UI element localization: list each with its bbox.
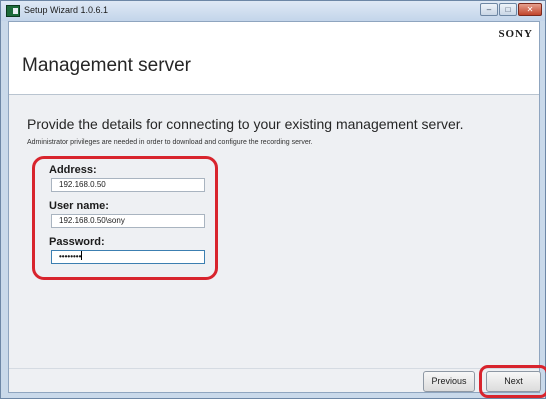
wizard-client-area: SONY Management server Provide the detai… [8,21,546,398]
address-field[interactable]: 192.168.0.50 [51,178,205,192]
username-field[interactable]: 192.168.0.50\sony [51,214,205,228]
address-label: Address: [49,164,97,176]
close-button[interactable]: ✕ [518,3,542,16]
maximize-button[interactable]: □ [499,3,517,16]
text-cursor [81,251,83,260]
page-title: Management server [22,55,191,76]
username-label: User name: [49,200,109,212]
window-title: Setup Wizard 1.0.6.1 [24,5,109,15]
minimize-button[interactable]: – [480,3,498,16]
next-highlight-outline [479,365,546,398]
instructions-heading: Provide the details for connecting to yo… [27,116,464,132]
wizard-content-panel: Provide the details for connecting to yo… [9,95,539,392]
password-label: Password: [49,236,105,248]
previous-button[interactable]: Previous [423,371,475,392]
setup-wizard-window: Setup Wizard 1.0.6.1 – □ ✕ SONY Manageme… [0,0,546,399]
privileges-note: Administrator privileges are needed in o… [27,139,313,146]
password-masked-value: •••••••• [59,252,82,261]
password-field[interactable]: •••••••• [51,250,205,264]
footer-divider [9,368,539,369]
title-bar[interactable]: Setup Wizard 1.0.6.1 – □ ✕ [1,1,545,21]
setup-wizard-app-icon [6,5,20,17]
sony-logo: SONY [498,28,533,40]
